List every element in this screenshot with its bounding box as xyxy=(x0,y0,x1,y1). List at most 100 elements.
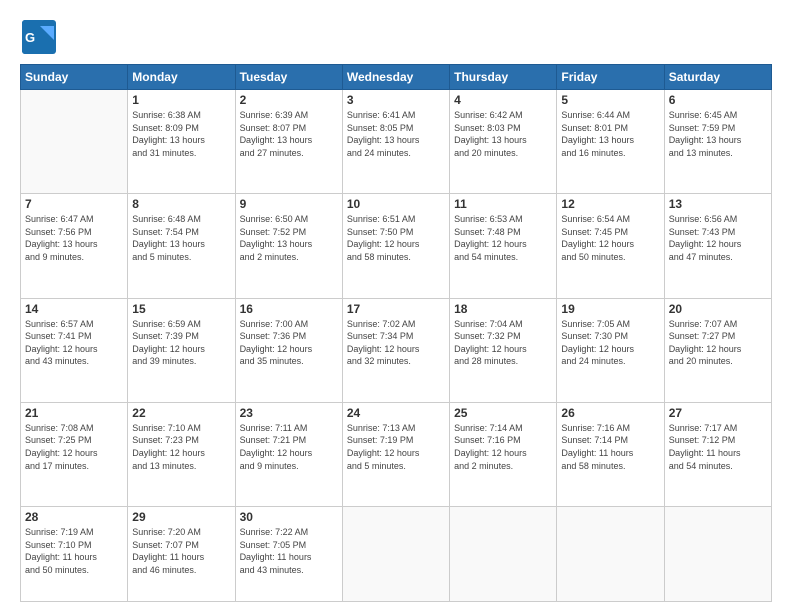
weekday-header: Sunday xyxy=(21,65,128,90)
calendar-cell: 5Sunrise: 6:44 AM Sunset: 8:01 PM Daylig… xyxy=(557,90,664,194)
day-number: 12 xyxy=(561,197,659,211)
day-info: Sunrise: 7:05 AM Sunset: 7:30 PM Dayligh… xyxy=(561,318,659,368)
day-info: Sunrise: 7:20 AM Sunset: 7:07 PM Dayligh… xyxy=(132,526,230,576)
day-info: Sunrise: 6:45 AM Sunset: 7:59 PM Dayligh… xyxy=(669,109,767,159)
calendar-cell: 27Sunrise: 7:17 AM Sunset: 7:12 PM Dayli… xyxy=(664,402,771,506)
weekday-header: Wednesday xyxy=(342,65,449,90)
weekday-header: Tuesday xyxy=(235,65,342,90)
svg-text:G: G xyxy=(25,30,35,45)
calendar-cell: 17 Sunrise: 7:02 AM Sunset: 7:34 PM Dayli… xyxy=(342,298,449,402)
day-info: Sunrise: 7:08 AM Sunset: 7:25 PM Dayligh… xyxy=(25,422,123,472)
day-info: Sunrise: 6:57 AM Sunset: 7:41 PM Dayligh… xyxy=(25,318,123,368)
weekday-header: Monday xyxy=(128,65,235,90)
day-number: 15 xyxy=(132,302,230,316)
calendar-cell: 16 Sunrise: 7:00 AM Sunset: 7:36 PM Dayli… xyxy=(235,298,342,402)
day-info: Sunrise: 7:11 AM Sunset: 7:21 PM Dayligh… xyxy=(240,422,338,472)
day-info: Sunrise: 6:41 AM Sunset: 8:05 PM Dayligh… xyxy=(347,109,445,159)
page: G SundayMondayTuesdayWednesdayThursdayFr… xyxy=(0,0,792,612)
calendar-cell: 30 Sunrise: 7:22 AM Sunset: 7:05 PM Dayli… xyxy=(235,507,342,602)
day-number: 30 xyxy=(240,510,338,524)
day-number: 3 xyxy=(347,93,445,107)
day-info: Sunrise: 6:50 AM Sunset: 7:52 PM Dayligh… xyxy=(240,213,338,263)
calendar-week-row: 14 Sunrise: 6:57 AM Sunset: 7:41 PM Dayli… xyxy=(21,298,772,402)
day-number: 16 xyxy=(240,302,338,316)
day-info: Sunrise: 6:42 AM Sunset: 8:03 PM Dayligh… xyxy=(454,109,552,159)
calendar-cell: 7 Sunrise: 6:47 AM Sunset: 7:56 PM Daylig… xyxy=(21,194,128,298)
weekday-header: Saturday xyxy=(664,65,771,90)
day-info: Sunrise: 7:22 AM Sunset: 7:05 PM Dayligh… xyxy=(240,526,338,576)
calendar-cell: 4 Sunrise: 6:42 AM Sunset: 8:03 PM Daylig… xyxy=(450,90,557,194)
calendar-cell: 8 Sunrise: 6:48 AM Sunset: 7:54 PM Daylig… xyxy=(128,194,235,298)
day-info: Sunrise: 7:07 AM Sunset: 7:27 PM Dayligh… xyxy=(669,318,767,368)
day-number: 7 xyxy=(25,197,123,211)
weekday-header: Friday xyxy=(557,65,664,90)
calendar-cell: 29 Sunrise: 7:20 AM Sunset: 7:07 PM Dayli… xyxy=(128,507,235,602)
weekday-header: Thursday xyxy=(450,65,557,90)
day-info: Sunrise: 7:17 AM Sunset: 7:12 PM Dayligh… xyxy=(669,422,767,472)
day-info: Sunrise: 6:56 AM Sunset: 7:43 PM Dayligh… xyxy=(669,213,767,263)
calendar-cell: 28Sunrise: 7:19 AM Sunset: 7:10 PM Dayli… xyxy=(21,507,128,602)
calendar-cell: 2 Sunrise: 6:39 AM Sunset: 8:07 PM Daylig… xyxy=(235,90,342,194)
day-number: 22 xyxy=(132,406,230,420)
header: G xyxy=(20,18,772,54)
day-number: 13 xyxy=(669,197,767,211)
day-number: 25 xyxy=(454,406,552,420)
day-number: 4 xyxy=(454,93,552,107)
day-info: Sunrise: 6:59 AM Sunset: 7:39 PM Dayligh… xyxy=(132,318,230,368)
calendar-cell: 19 Sunrise: 7:05 AM Sunset: 7:30 PM Dayli… xyxy=(557,298,664,402)
day-info: Sunrise: 6:53 AM Sunset: 7:48 PM Dayligh… xyxy=(454,213,552,263)
calendar-cell: 11 Sunrise: 6:53 AM Sunset: 7:48 PM Dayli… xyxy=(450,194,557,298)
day-number: 28 xyxy=(25,510,123,524)
day-number: 19 xyxy=(561,302,659,316)
calendar-cell xyxy=(450,507,557,602)
day-info: Sunrise: 6:44 AM Sunset: 8:01 PM Dayligh… xyxy=(561,109,659,159)
day-info: Sunrise: 6:47 AM Sunset: 7:56 PM Dayligh… xyxy=(25,213,123,263)
calendar-cell: 3 Sunrise: 6:41 AM Sunset: 8:05 PM Daylig… xyxy=(342,90,449,194)
day-number: 24 xyxy=(347,406,445,420)
calendar-cell: 13 Sunrise: 6:56 AM Sunset: 7:43 PM Dayli… xyxy=(664,194,771,298)
day-info: Sunrise: 6:48 AM Sunset: 7:54 PM Dayligh… xyxy=(132,213,230,263)
calendar-cell: 1 Sunrise: 6:38 AM Sunset: 8:09 PM Daylig… xyxy=(128,90,235,194)
day-info: Sunrise: 7:16 AM Sunset: 7:14 PM Dayligh… xyxy=(561,422,659,472)
day-number: 11 xyxy=(454,197,552,211)
calendar-cell: 18Sunrise: 7:04 AM Sunset: 7:32 PM Dayli… xyxy=(450,298,557,402)
day-number: 6 xyxy=(669,93,767,107)
day-info: Sunrise: 7:00 AM Sunset: 7:36 PM Dayligh… xyxy=(240,318,338,368)
day-number: 9 xyxy=(240,197,338,211)
calendar-table: SundayMondayTuesdayWednesdayThursdayFrid… xyxy=(20,64,772,602)
day-number: 23 xyxy=(240,406,338,420)
calendar-cell xyxy=(342,507,449,602)
day-info: Sunrise: 6:51 AM Sunset: 7:50 PM Dayligh… xyxy=(347,213,445,263)
day-number: 17 xyxy=(347,302,445,316)
calendar-cell: 9 Sunrise: 6:50 AM Sunset: 7:52 PM Daylig… xyxy=(235,194,342,298)
calendar-week-row: 7 Sunrise: 6:47 AM Sunset: 7:56 PM Daylig… xyxy=(21,194,772,298)
calendar-cell: 20 Sunrise: 7:07 AM Sunset: 7:27 PM Dayli… xyxy=(664,298,771,402)
day-info: Sunrise: 6:39 AM Sunset: 8:07 PM Dayligh… xyxy=(240,109,338,159)
logo: G xyxy=(20,18,60,54)
logo-icon: G xyxy=(20,18,56,54)
calendar-cell: 12 Sunrise: 6:54 AM Sunset: 7:45 PM Dayli… xyxy=(557,194,664,298)
day-info: Sunrise: 6:54 AM Sunset: 7:45 PM Dayligh… xyxy=(561,213,659,263)
day-info: Sunrise: 7:02 AM Sunset: 7:34 PM Dayligh… xyxy=(347,318,445,368)
day-info: Sunrise: 6:38 AM Sunset: 8:09 PM Dayligh… xyxy=(132,109,230,159)
calendar-cell: 6 Sunrise: 6:45 AM Sunset: 7:59 PM Daylig… xyxy=(664,90,771,194)
day-number: 10 xyxy=(347,197,445,211)
day-number: 14 xyxy=(25,302,123,316)
day-info: Sunrise: 7:13 AM Sunset: 7:19 PM Dayligh… xyxy=(347,422,445,472)
day-info: Sunrise: 7:10 AM Sunset: 7:23 PM Dayligh… xyxy=(132,422,230,472)
calendar-cell xyxy=(664,507,771,602)
day-number: 29 xyxy=(132,510,230,524)
calendar-header-row: SundayMondayTuesdayWednesdayThursdayFrid… xyxy=(21,65,772,90)
day-number: 26 xyxy=(561,406,659,420)
calendar-cell: 25 Sunrise: 7:14 AM Sunset: 7:16 PM Dayli… xyxy=(450,402,557,506)
day-number: 1 xyxy=(132,93,230,107)
calendar-cell: 21 Sunrise: 7:08 AM Sunset: 7:25 PM Dayli… xyxy=(21,402,128,506)
day-info: Sunrise: 7:14 AM Sunset: 7:16 PM Dayligh… xyxy=(454,422,552,472)
day-number: 20 xyxy=(669,302,767,316)
day-number: 2 xyxy=(240,93,338,107)
calendar-week-row: 28Sunrise: 7:19 AM Sunset: 7:10 PM Dayli… xyxy=(21,507,772,602)
day-number: 21 xyxy=(25,406,123,420)
calendar-week-row: 21 Sunrise: 7:08 AM Sunset: 7:25 PM Dayli… xyxy=(21,402,772,506)
day-number: 8 xyxy=(132,197,230,211)
calendar-cell: 22 Sunrise: 7:10 AM Sunset: 7:23 PM Dayli… xyxy=(128,402,235,506)
